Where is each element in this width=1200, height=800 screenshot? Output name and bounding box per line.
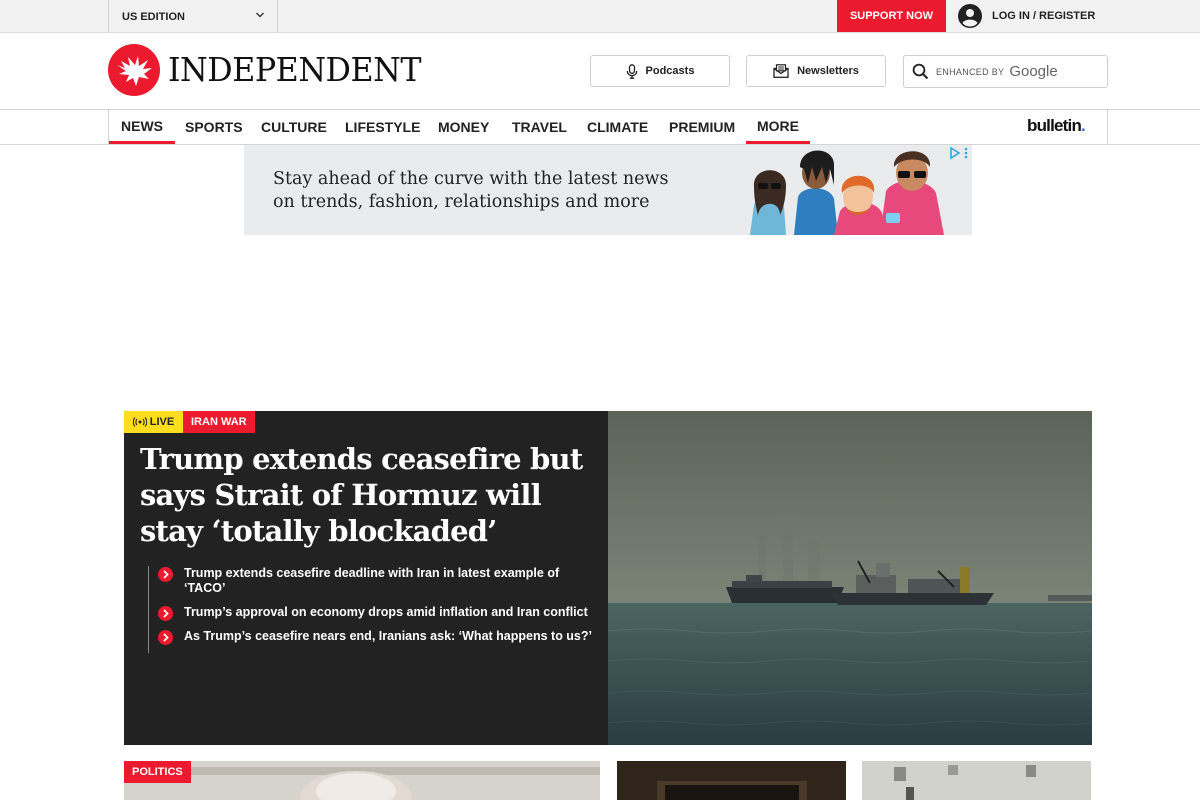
related-link-text: As Trump’s ceasefire nears end, Iranians… [184,629,592,643]
live-label: LIVE [149,416,175,428]
support-now-button[interactable]: SUPPORT NOW [837,0,946,32]
hero-image-ship-at-sea[interactable] [608,411,1092,745]
article-card-image[interactable] [617,761,846,800]
chevron-right-circle-icon [158,630,173,645]
card-photo-politics [124,761,600,800]
card-photo-room [617,761,846,800]
login-register-link[interactable]: LOG IN / REGISTER [958,0,1095,32]
card-photo-office [862,761,1091,800]
related-link-text: Trump’s approval on economy drops amid i… [184,605,588,619]
chevron-right-circle-icon [158,567,173,582]
newsletters-button[interactable]: Newsletters [746,55,886,87]
category-tag-politics[interactable]: POLITICS [124,761,191,783]
edition-selector[interactable]: US EDITION [108,0,278,33]
user-avatar-icon [958,4,982,28]
nav-item-lifestyle[interactable]: LIFESTYLE [333,110,432,144]
main-navigation: NEWS SPORTS CULTURE LIFESTYLE MONEY TRAV… [0,110,1200,145]
nav-item-premium[interactable]: PREMIUM [657,110,747,144]
chevron-down-icon [256,12,264,18]
ad-copy: Stay ahead of the curve with the latest … [273,168,713,214]
live-broadcast-icon [132,417,147,427]
ad-line-2: on trends, fashion, relationships and mo… [273,192,650,212]
related-links-list: Trump extends ceasefire deadline with Ir… [148,566,598,653]
nav-item-news[interactable]: NEWS [109,110,175,144]
microphone-icon [626,63,637,79]
bulletin-link[interactable]: bulletin. [1027,116,1086,136]
nav-item-culture[interactable]: CULTURE [249,110,339,144]
nav-item-climate[interactable]: CLIMATE [575,110,660,144]
live-badge: LIVE [124,411,183,433]
advertisement-banner[interactable]: Stay ahead of the curve with the latest … [244,145,972,235]
podcasts-label: Podcasts [645,65,695,77]
category-tag-iran-war[interactable]: IRAN WAR [183,411,255,433]
newsletter-envelope-icon [773,64,789,78]
ad-line-1: Stay ahead of the curve with the latest … [273,169,669,189]
top-bar: US EDITION SUPPORT NOW LOG IN / REGISTER [0,0,1200,33]
bulletin-dot: . [1081,116,1086,135]
nav-item-more[interactable]: MORE [746,110,810,144]
article-card-image[interactable] [862,761,1091,800]
nav-item-travel[interactable]: TRAVEL [500,110,579,144]
related-link[interactable]: Trump’s approval on economy drops amid i… [149,605,598,621]
nav-item-money[interactable]: MONEY [426,110,501,144]
ad-choices-button[interactable] [948,146,970,160]
search-icon [912,63,929,80]
search-google-label: Google [1009,63,1058,80]
related-link[interactable]: As Trump’s ceasefire nears end, Iranians… [149,629,598,645]
podcasts-button[interactable]: Podcasts [590,55,730,87]
more-vertical-icon [964,147,968,159]
search-input[interactable]: ENHANCED BY Google [903,55,1108,88]
eagle-logo-icon[interactable] [108,44,160,96]
chevron-right-circle-icon [158,606,173,621]
search-enhanced-label: ENHANCED BY [936,66,1005,77]
nav-item-sports[interactable]: SPORTS [173,110,255,144]
hero-photo-illustration [608,411,1092,745]
site-logo-wordmark[interactable]: INDEPENDENT [168,50,421,89]
ad-choices-icon [950,146,961,160]
related-link[interactable]: Trump extends ceasefire deadline with Ir… [149,566,598,596]
edition-label: US EDITION [122,10,185,23]
bulletin-label: bulletin [1027,116,1082,135]
login-register-label: LOG IN / REGISTER [992,10,1096,22]
newsletters-label: Newsletters [797,65,859,77]
ad-illustration-people [750,150,944,235]
article-card-image[interactable] [124,761,600,800]
masthead: INDEPENDENT Podcasts Newsletters ENHANCE… [0,33,1200,110]
hero-headline[interactable]: Trump extends ceasefire but says Strait … [140,441,600,549]
related-link-text: Trump extends ceasefire deadline with Ir… [184,566,560,595]
